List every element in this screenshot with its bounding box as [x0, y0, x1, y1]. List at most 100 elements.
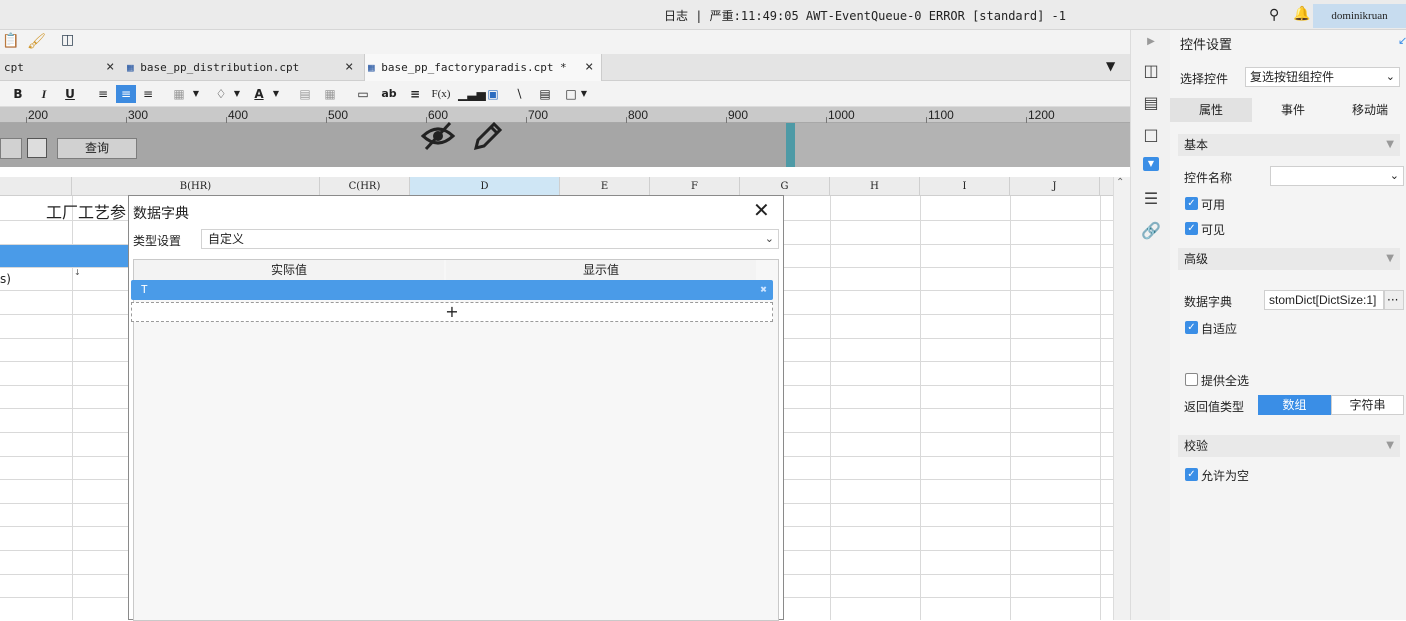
close-icon[interactable]: × [585, 54, 593, 81]
column-display-value[interactable]: 显示值 [446, 260, 756, 280]
chevron-down-icon[interactable]: ⌄ [1390, 167, 1399, 185]
section-advanced[interactable]: 高级 ▼ [1178, 248, 1400, 270]
grid-cell[interactable]: s) [0, 272, 11, 286]
ruler-label: 200 [28, 108, 49, 122]
section-validate[interactable]: 校验 ▼ [1178, 435, 1400, 457]
chevron-down-icon[interactable]: ▼ [270, 85, 282, 103]
hidden-eye-icon[interactable] [420, 120, 456, 152]
close-icon[interactable]: × [106, 54, 114, 81]
add-row-button[interactable]: + [131, 302, 773, 322]
slash-cell-icon[interactable]: ∖ [510, 85, 528, 103]
background-pattern-icon[interactable]: ▦ [170, 85, 188, 103]
parameter-width-handle[interactable] [786, 123, 795, 167]
select-all-checkbox[interactable] [1185, 373, 1198, 386]
font-color-icon[interactable]: A [250, 85, 268, 103]
italic-button[interactable]: I [36, 85, 52, 103]
paste-icon[interactable]: 📋 [2, 33, 19, 49]
collapse-icon[interactable]: ↙ [1398, 34, 1406, 47]
column-header-f[interactable]: F [650, 177, 740, 196]
align-left-icon[interactable]: ≡ [94, 85, 112, 103]
widget-name-input[interactable]: ⌄ [1270, 166, 1404, 186]
return-type-string[interactable]: 字符串 [1331, 395, 1404, 415]
tab-mobile[interactable]: 移动端 [1334, 98, 1406, 122]
chevron-down-icon[interactable]: ▼ [578, 85, 590, 103]
sub-report-icon[interactable]: ▤ [536, 85, 554, 103]
user-name[interactable]: dominikruan [1313, 4, 1406, 28]
allow-empty-checkbox[interactable]: ✓ [1185, 468, 1198, 481]
search-icon[interactable]: ⚲ [1269, 7, 1279, 23]
data-dict-field[interactable]: stomDict[DictSize:1] [1264, 290, 1384, 310]
wrap-text-icon[interactable]: ab [379, 85, 399, 103]
fill-color-icon[interactable]: ♢ [212, 85, 230, 103]
tab-menu-icon[interactable]: ▼ [1106, 59, 1115, 73]
align-center-icon[interactable]: ≡ [116, 85, 136, 103]
parameter-input[interactable] [0, 138, 22, 159]
cell-attribute-icon[interactable]: ◫ [1141, 61, 1161, 81]
text-field-icon[interactable]: ▭ [354, 85, 372, 103]
formula-icon[interactable]: F(x) [430, 85, 452, 103]
tab-distribution[interactable]: ▦ base_pp_distribution.cpt × [127, 54, 363, 81]
chevron-down-icon[interactable]: ▼ [231, 85, 243, 103]
preview-icon[interactable]: ◫ [61, 32, 74, 48]
table-row[interactable]: T ✖ [131, 280, 773, 300]
expand-right-icon[interactable]: ▶ [1141, 32, 1161, 52]
chevron-down-icon[interactable]: ▼ [1386, 248, 1394, 270]
select-control-dropdown[interactable]: 复选按钮组控件 ⌄ [1245, 67, 1400, 87]
adaptive-checkbox[interactable]: ✓ [1185, 321, 1198, 334]
image-icon[interactable]: ▣ [484, 85, 502, 103]
type-setting-select[interactable]: 自定义 ⌄ [201, 229, 779, 249]
paragraph-icon[interactable]: ≡ [406, 85, 424, 103]
merge-cell-icon[interactable]: ▤ [296, 85, 314, 103]
align-right-icon[interactable]: ≡ [139, 85, 157, 103]
chevron-down-icon[interactable]: ⌄ [765, 230, 774, 248]
chevron-down-icon[interactable]: ▼ [1386, 435, 1394, 457]
condition-attribute-icon[interactable]: ▤ [1141, 93, 1161, 113]
unmerge-cell-icon[interactable]: ▦ [321, 85, 339, 103]
delete-row-icon[interactable]: ✖ [760, 280, 767, 300]
data-column-icon[interactable]: ☰ [1141, 189, 1161, 209]
ruler-label: 1100 [928, 108, 954, 122]
column-header-c[interactable]: C(HR) [320, 177, 410, 196]
close-icon[interactable]: ✕ [753, 200, 770, 220]
report-title-cell[interactable]: 工厂工艺参 [46, 199, 126, 223]
actual-value-cell[interactable]: T [141, 283, 148, 296]
column-header-a[interactable] [0, 177, 72, 196]
chevron-down-icon[interactable]: ▼ [190, 85, 202, 103]
close-icon[interactable]: × [345, 54, 353, 81]
underline-button[interactable]: U [62, 85, 78, 103]
log-message[interactable]: 日志 | 严重:11:49:05 AWT-EventQueue-0 ERROR … [664, 7, 1066, 24]
widget-settings-icon[interactable]: ▼ [1143, 157, 1159, 171]
column-header-e[interactable]: E [560, 177, 650, 196]
chevron-down-icon[interactable]: ⌄ [1386, 68, 1395, 86]
column-header-d[interactable]: D [410, 177, 560, 196]
enabled-checkbox[interactable]: ✓ [1185, 197, 1198, 210]
column-header-i[interactable]: I [920, 177, 1010, 196]
visible-checkbox[interactable]: ✓ [1185, 222, 1198, 235]
column-header-g[interactable]: G [740, 177, 830, 196]
bell-icon[interactable]: 🔔 [1293, 6, 1310, 22]
column-header-b[interactable]: B(HR) [72, 177, 320, 196]
column-header-h[interactable]: H [830, 177, 920, 196]
tab-events[interactable]: 事件 [1252, 98, 1334, 122]
tab-factoryparadis[interactable]: ▦ base_pp_factoryparadis.cpt * × [364, 54, 602, 81]
tab-properties[interactable]: 属性 [1170, 98, 1252, 122]
calendar-icon[interactable] [27, 138, 47, 158]
frame-icon[interactable]: □ [1141, 125, 1161, 145]
file-tabs: cpt × ▦ base_pp_distribution.cpt × ▦ bas… [0, 54, 1130, 81]
chevron-down-icon[interactable]: ▼ [1386, 134, 1394, 156]
tab-cpt[interactable]: cpt × [4, 54, 124, 81]
data-dict-more-button[interactable]: ··· [1384, 290, 1404, 310]
section-basic[interactable]: 基本 ▼ [1178, 134, 1400, 156]
chart-icon[interactable]: ▁▃▅ [458, 85, 486, 103]
highlighted-row-cell[interactable] [0, 245, 128, 267]
link-icon[interactable]: 🔗 [1141, 221, 1161, 241]
vertical-scrollbar[interactable]: ⌃ [1113, 177, 1130, 620]
query-button[interactable]: 查询 [57, 138, 137, 159]
bold-button[interactable]: B [10, 85, 26, 103]
edit-pencil-icon[interactable] [470, 120, 504, 152]
return-type-array[interactable]: 数组 [1258, 395, 1331, 415]
column-actual-value[interactable]: 实际值 [134, 260, 444, 280]
scroll-up-icon[interactable]: ⌃ [1116, 177, 1124, 188]
format-brush-icon[interactable]: 🖌 [27, 32, 46, 50]
column-header-j[interactable]: J [1010, 177, 1100, 196]
